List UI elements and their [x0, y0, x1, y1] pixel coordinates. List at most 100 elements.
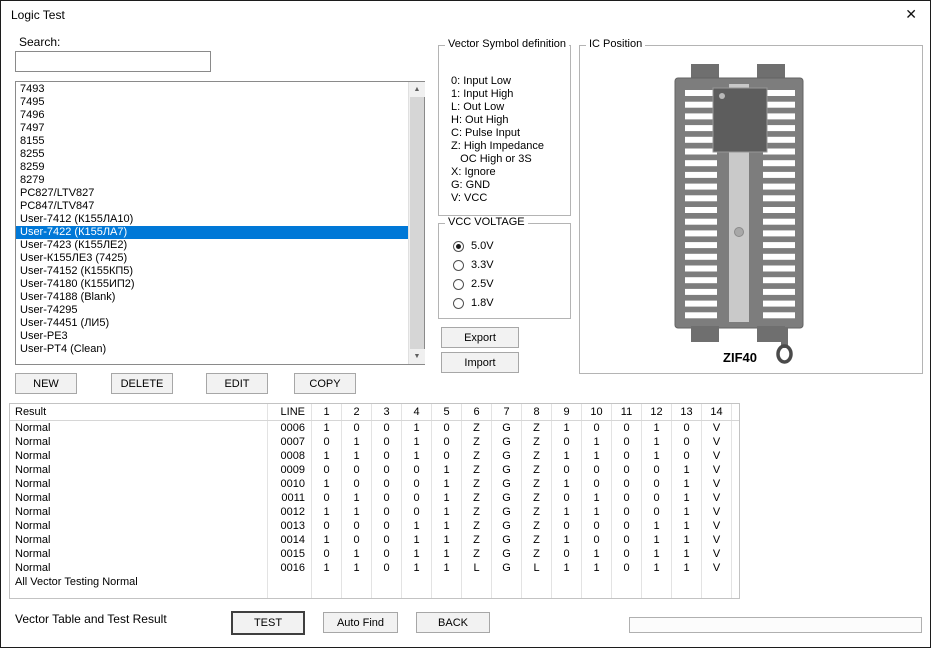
pin-cell: G	[492, 477, 522, 491]
table-row[interactable]: Normal000811010ZGZ11010V	[10, 449, 739, 463]
list-item[interactable]: PC827/LTV827	[16, 187, 408, 200]
pin-cell: 0	[372, 491, 402, 505]
pin-cell: Z	[462, 533, 492, 547]
vcc-option-1.8V[interactable]: 1.8V	[453, 294, 494, 313]
list-item[interactable]: User-7412 (К155ЛА10)	[16, 213, 408, 226]
vector-symbol-line: L: Out Low	[451, 101, 544, 114]
list-item[interactable]: User-7422 (К155ЛА7)	[16, 226, 408, 239]
vector-symbol-line: C: Pulse Input	[451, 127, 544, 140]
vector-symbol-line: X: Ignore	[451, 166, 544, 179]
back-button[interactable]: BACK	[416, 612, 490, 633]
list-item[interactable]: User-PT4 (Clean)	[16, 343, 408, 356]
table-row[interactable]: Normal001410011ZGZ10011V	[10, 533, 739, 547]
pin-cell	[462, 575, 492, 589]
delete-button[interactable]: DELETE	[111, 373, 173, 394]
list-item[interactable]: User-7423 (К155ЛЕ2)	[16, 239, 408, 252]
close-icon[interactable]: ✕	[905, 6, 917, 23]
list-item[interactable]: 8155	[16, 135, 408, 148]
new-button[interactable]: NEW	[15, 373, 77, 394]
result-cell: Normal	[10, 547, 268, 561]
pin-cell: 0	[402, 505, 432, 519]
list-item[interactable]: 8259	[16, 161, 408, 174]
list-item[interactable]: User-PE3	[16, 330, 408, 343]
list-item[interactable]: 8279	[16, 174, 408, 187]
copy-button[interactable]: COPY	[294, 373, 356, 394]
list-item[interactable]: User-74188 (Blank)	[16, 291, 408, 304]
pin-cell: 0	[312, 519, 342, 533]
list-scrollbar[interactable]: ▲ ▼	[408, 82, 424, 364]
list-item[interactable]: User-74295	[16, 304, 408, 317]
table-row[interactable]: Normal000900001ZGZ00001V	[10, 463, 739, 477]
table-row[interactable]: Normal001101001ZGZ01001V	[10, 491, 739, 505]
pin-cell: 1	[582, 449, 612, 463]
pin-cell: 1	[552, 505, 582, 519]
vector-symbol-line: 1: Input High	[451, 88, 544, 101]
vcc-option-3.3V[interactable]: 3.3V	[453, 256, 494, 275]
pin-cell: 0	[672, 421, 702, 435]
vcc-options: 5.0V3.3V2.5V1.8V	[453, 237, 494, 313]
scroll-down-icon[interactable]: ▼	[409, 349, 425, 364]
list-item[interactable]: 7496	[16, 109, 408, 122]
scrollbar-thumb[interactable]	[410, 97, 424, 349]
filler-cell	[492, 589, 522, 599]
list-item[interactable]: 8255	[16, 148, 408, 161]
pin-cell: 1	[672, 547, 702, 561]
table-row[interactable]: Normal000610010ZGZ10010V	[10, 421, 739, 435]
window-title: Logic Test	[11, 8, 65, 22]
list-item[interactable]: 7497	[16, 122, 408, 135]
pin-cell: 0	[372, 547, 402, 561]
vector-symbol-line: Z: High Impedance	[451, 140, 544, 153]
pin-cell: 1	[342, 449, 372, 463]
filler-cell	[402, 589, 432, 599]
list-item[interactable]: User-74180 (К155ИП2)	[16, 278, 408, 291]
column-header: 10	[582, 404, 612, 420]
chip-listbox[interactable]: 74937495749674978155825582598279PC827/LT…	[15, 81, 425, 365]
table-row[interactable]: Normal000701010ZGZ01010V	[10, 435, 739, 449]
pin-cell: 0	[582, 533, 612, 547]
list-item[interactable]: 7495	[16, 96, 408, 109]
pin-cell: 0	[432, 435, 462, 449]
table-row[interactable]: Normal001300011ZGZ00011V	[10, 519, 739, 533]
list-item[interactable]: 7493	[16, 83, 408, 96]
table-row[interactable]: Normal001211001ZGZ11001V	[10, 505, 739, 519]
export-button[interactable]: Export	[441, 327, 519, 348]
pin-cell: 1	[672, 463, 702, 477]
pin-cell: 1	[642, 449, 672, 463]
pin-cell: 0	[372, 519, 402, 533]
result-cell: Normal	[10, 505, 268, 519]
line-cell	[268, 575, 312, 589]
pin-cell: 1	[552, 449, 582, 463]
pin-cell: 0	[372, 421, 402, 435]
pin-cell: 0	[642, 463, 672, 477]
vcc-option-label: 3.3V	[471, 256, 494, 275]
scroll-up-icon[interactable]: ▲	[409, 82, 425, 97]
list-item[interactable]: User-74451 (ЛИ5)	[16, 317, 408, 330]
vcc-option-5.0V[interactable]: 5.0V	[453, 237, 494, 256]
pin-cell: 1	[672, 533, 702, 547]
pin-cell: 0	[372, 477, 402, 491]
pin-cell: 0	[552, 519, 582, 533]
table-row[interactable]: Normal001010001ZGZ10001V	[10, 477, 739, 491]
test-button[interactable]: TEST	[231, 611, 305, 635]
pin-cell: Z	[522, 435, 552, 449]
table-row[interactable]: Normal001501011ZGZ01011V	[10, 547, 739, 561]
table-row[interactable]: Normal001611011LGL11011V	[10, 561, 739, 575]
list-item[interactable]: User-К155ЛЕ3 (7425)	[16, 252, 408, 265]
vector-symbol-line: 0: Input Low	[451, 75, 544, 88]
pin-cell: 1	[582, 491, 612, 505]
pin-cell: 1	[402, 561, 432, 575]
vector-symbol-line: G: GND	[451, 179, 544, 192]
list-item[interactable]: User-74152 (К155КП5)	[16, 265, 408, 278]
result-cell: Normal	[10, 561, 268, 575]
radio-icon	[453, 279, 464, 290]
search-input[interactable]	[15, 51, 211, 72]
auto-find-button[interactable]: Auto Find	[323, 612, 398, 633]
vcc-option-2.5V[interactable]: 2.5V	[453, 275, 494, 294]
pin-cell: 0	[612, 463, 642, 477]
pin-cell: 0	[402, 491, 432, 505]
import-button[interactable]: Import	[441, 352, 519, 373]
list-item[interactable]: PC847/LTV847	[16, 200, 408, 213]
pin-cell: G	[492, 519, 522, 533]
pin-cell: 1	[582, 547, 612, 561]
edit-button[interactable]: EDIT	[206, 373, 268, 394]
